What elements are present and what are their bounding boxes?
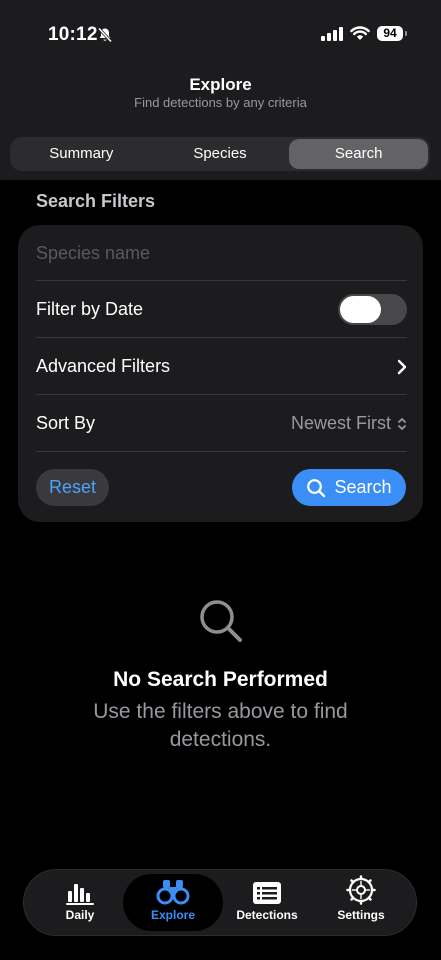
chevron-right-icon [397, 359, 407, 374]
sort-by-value: Newest First [290, 413, 391, 433]
advanced-filters-row[interactable]: Advanced Filters [36, 338, 407, 395]
segment-species[interactable]: Species [151, 139, 290, 169]
toggle-knob [340, 296, 381, 323]
search-filters-card: Species name Filter by Date Advanced Fil… [18, 225, 423, 522]
battery-indicator: 94 [377, 26, 407, 41]
binoculars-icon [156, 875, 190, 905]
tab-daily[interactable]: Daily [30, 874, 130, 931]
sort-by-picker[interactable]: Newest First [291, 413, 407, 434]
tab-bar: Daily Explore Detections Settings [23, 869, 417, 936]
empty-state-title: No Search Performed [113, 668, 328, 691]
tab-explore-label: Explore [150, 908, 195, 922]
advanced-filters-label: Advanced Filters [36, 356, 171, 376]
reset-button[interactable]: Reset [36, 469, 109, 506]
magnifying-glass-icon [200, 600, 242, 642]
list-icon [252, 875, 282, 905]
cellular-signal-icon [321, 26, 343, 41]
page-title: Explore [189, 75, 252, 94]
page-subtitle: Find detections by any criteria [134, 95, 307, 110]
status-indicators: 94 [321, 26, 407, 41]
species-name-input[interactable]: Species name [36, 243, 407, 264]
chevron-up-down-icon [398, 417, 406, 430]
view-segmented-control: Summary Species Search [10, 137, 430, 171]
tab-detections[interactable]: Detections [217, 874, 317, 931]
navigation-header: 10:12 94 Explore Find detections by any … [0, 0, 441, 180]
tab-detections-label: Detections [236, 908, 298, 922]
search-button[interactable]: Search [292, 469, 406, 506]
status-time: 10:12 [48, 24, 98, 45]
gear-icon [346, 875, 376, 905]
segment-search[interactable]: Search [289, 139, 429, 169]
bell-slash-icon [97, 27, 113, 43]
wifi-icon [350, 26, 370, 40]
section-header-search-filters: Search Filters [36, 191, 156, 211]
tab-daily-label: Daily [65, 908, 95, 922]
divider [36, 451, 407, 452]
empty-state-message: Use the filters above to find detections… [93, 700, 348, 751]
species-name-row: Species name [36, 225, 407, 282]
filter-by-date-row: Filter by Date [36, 281, 407, 338]
tab-settings-label: Settings [337, 908, 385, 922]
sort-by-row: Sort By Newest First [36, 395, 407, 452]
segment-summary[interactable]: Summary [12, 139, 151, 169]
search-icon [307, 478, 326, 497]
tab-explore[interactable]: Explore [123, 874, 223, 931]
sort-by-label: Sort By [36, 413, 96, 433]
filter-by-date-label: Filter by Date [36, 299, 144, 319]
bar-chart-icon [65, 875, 95, 905]
tab-settings[interactable]: Settings [311, 874, 411, 931]
filter-by-date-toggle[interactable] [338, 294, 407, 325]
search-button-label: Search [334, 477, 392, 497]
